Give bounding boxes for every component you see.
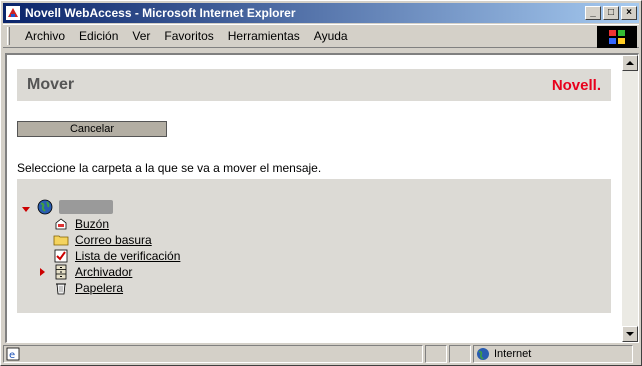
zone-label: Internet (494, 348, 532, 360)
folder-icon (53, 235, 69, 246)
status-cell-empty (425, 345, 447, 363)
tree-root[interactable] (37, 199, 113, 215)
tree-item-label[interactable]: Buzón (75, 217, 109, 231)
maximize-button[interactable]: □ (603, 6, 619, 20)
menu-ver[interactable]: Ver (125, 29, 157, 43)
globe-icon (477, 348, 489, 360)
page-content: Mover Novell. Cancelar Seleccione la car… (17, 69, 611, 313)
novell-logo: Novell. (551, 76, 601, 94)
globe-icon (37, 199, 53, 215)
menu-bar: Archivo Edición Ver Favoritos Herramient… (3, 24, 639, 48)
page-icon: e (6, 347, 20, 361)
folder-tree: Buzón Correo basura Lista de verificació… (17, 179, 611, 313)
scroll-down-button[interactable] (622, 326, 638, 342)
menu-edicion[interactable]: Edición (72, 29, 125, 43)
status-cell-empty (449, 345, 471, 363)
vertical-scrollbar[interactable] (622, 55, 638, 342)
tree-item-buzon[interactable]: Buzón (53, 216, 109, 232)
svg-text:e: e (9, 350, 15, 361)
cabinet-icon (55, 264, 67, 280)
close-button[interactable]: × (621, 6, 637, 20)
tree-item-papelera[interactable]: Papelera (53, 280, 123, 296)
tree-item-label[interactable]: Lista de verificación (75, 249, 180, 263)
tree-item-correo-basura[interactable]: Correo basura (53, 232, 152, 248)
scroll-up-button[interactable] (622, 55, 638, 71)
window-controls: _ □ × (585, 6, 637, 20)
trash-icon (56, 283, 66, 295)
checklist-icon (54, 249, 68, 263)
arrow-up-icon (626, 61, 634, 65)
collapsed-arrow-icon[interactable] (37, 267, 47, 277)
menu-favoritos[interactable]: Favoritos (157, 29, 220, 43)
instructions-text: Seleccione la carpeta a la que se va a m… (17, 161, 322, 175)
status-message: e (3, 345, 423, 363)
page-header: Mover Novell. (17, 69, 611, 101)
title-bar[interactable]: Novell WebAccess - Microsoft Internet Ex… (3, 3, 639, 23)
windows-logo-icon (597, 26, 637, 48)
arrow-down-icon (626, 332, 634, 336)
expand-arrow-icon[interactable] (21, 204, 31, 214)
page-title: Mover (27, 76, 75, 93)
mailbox-icon (55, 218, 67, 230)
menu-ayuda[interactable]: Ayuda (307, 29, 355, 43)
page-viewport: Mover Novell. Cancelar Seleccione la car… (5, 53, 639, 343)
security-zone: Internet (473, 345, 633, 363)
minimize-button[interactable]: _ (585, 6, 601, 20)
tree-item-archivador[interactable]: Archivador (53, 264, 132, 280)
window-title: Novell WebAccess - Microsoft Internet Ex… (25, 6, 296, 20)
browser-window: Novell WebAccess - Microsoft Internet Ex… (0, 0, 642, 366)
menu-archivo[interactable]: Archivo (18, 29, 72, 43)
ie-icon (6, 6, 20, 20)
status-bar: e Internet (3, 345, 639, 363)
cancel-button[interactable]: Cancelar (17, 121, 167, 137)
tree-item-label[interactable]: Papelera (75, 281, 123, 295)
user-name-redacted (59, 200, 113, 214)
tree-item-label[interactable]: Archivador (75, 265, 132, 279)
tree-item-label[interactable]: Correo basura (75, 233, 152, 247)
menu-herramientas[interactable]: Herramientas (221, 29, 307, 43)
tree-item-lista-verificacion[interactable]: Lista de verificación (53, 248, 180, 264)
toolbar-grip[interactable] (7, 27, 10, 45)
